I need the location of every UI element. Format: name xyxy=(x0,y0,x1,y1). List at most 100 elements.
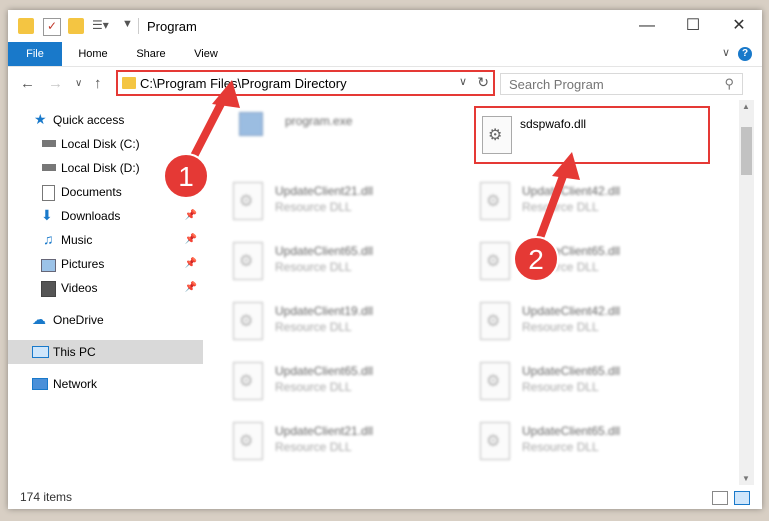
file-item[interactable]: UpdateClient65.dll Resource DLL xyxy=(450,416,680,468)
documents-icon xyxy=(42,185,55,201)
dll-icon xyxy=(233,422,263,460)
scroll-down-icon[interactable]: ▼ xyxy=(742,474,750,483)
sidebar-item-this-pc[interactable]: This PC xyxy=(8,340,203,364)
sidebar-item-downloads[interactable]: ⬇ Downloads 📌 xyxy=(8,204,203,228)
navigation-pane: ★ Quick access Local Disk (C:) Local Dis… xyxy=(8,100,203,485)
pin-icon[interactable]: 📌 xyxy=(185,282,197,293)
file-name: UpdateClient42.dll xyxy=(522,304,621,318)
address-path[interactable]: C:\Program Files\Program Directory xyxy=(140,76,347,91)
file-name: UpdateClient65.dll xyxy=(522,244,621,258)
quick-access-customize-icon[interactable]: ☰▾ xyxy=(92,18,109,34)
file-type: Resource DLL xyxy=(522,380,599,394)
new-folder-icon[interactable] xyxy=(68,18,84,34)
sidebar-item-label: Local Disk (D:) xyxy=(61,161,140,175)
sidebar-item-documents[interactable]: Documents xyxy=(8,180,203,204)
file-item-program-exe[interactable]: program.exe xyxy=(203,106,433,158)
tab-view[interactable]: View xyxy=(188,42,224,66)
properties-icon[interactable] xyxy=(43,18,61,36)
sidebar-item-local-disk-c[interactable]: Local Disk (C:) xyxy=(8,132,203,156)
ribbon: File Home Share View ∨ ? xyxy=(8,42,762,66)
network-icon xyxy=(32,378,48,390)
sidebar-item-network[interactable]: Network xyxy=(8,372,203,396)
chevron-down-icon[interactable]: ∨ xyxy=(459,75,467,88)
file-list: program.exe sdspwafo.dll UpdateClient21.… xyxy=(203,100,739,485)
item-count: 174 items xyxy=(20,490,73,504)
file-name: UpdateClient42.dll xyxy=(522,184,621,198)
file-item[interactable]: UpdateClient65.dll Resource DLL xyxy=(203,356,433,408)
file-item[interactable]: UpdateClient42.dll Resource DLL xyxy=(450,296,680,348)
window-title: Program xyxy=(147,19,197,34)
file-name: program.exe xyxy=(285,114,353,128)
dll-icon xyxy=(233,242,263,280)
vertical-scrollbar[interactable]: ▲ ▼ xyxy=(739,100,754,485)
sidebar-item-local-disk-d[interactable]: Local Disk (D:) xyxy=(8,156,203,180)
sidebar-item-label: Music xyxy=(61,233,93,247)
pin-icon[interactable]: 📌 xyxy=(185,234,197,245)
details-view-icon[interactable] xyxy=(712,491,728,505)
search-icon[interactable]: ⚲ xyxy=(724,76,734,92)
file-item[interactable]: UpdateClient42.dll Resource DLL xyxy=(450,176,680,228)
scroll-up-icon[interactable]: ▲ xyxy=(742,102,750,111)
downloads-icon: ⬇ xyxy=(41,207,53,223)
sidebar-item-label: This PC xyxy=(53,345,96,359)
pin-icon[interactable]: 📌 xyxy=(185,210,197,221)
dropdown-icon[interactable]: ▼ xyxy=(122,18,138,34)
pin-icon[interactable]: 📌 xyxy=(185,186,197,197)
file-item[interactable]: UpdateClient21.dll Resource DLL xyxy=(203,176,433,228)
recent-locations-icon[interactable]: ∨ xyxy=(75,78,82,89)
maximize-button[interactable]: ☐ xyxy=(670,10,716,42)
file-name: sdspwafo.dll xyxy=(520,117,587,131)
file-type: Resource DLL xyxy=(275,380,352,394)
star-icon: ★ xyxy=(34,111,47,127)
navigation-row: ← → ∨ ↑ C:\Program Files\Program Directo… xyxy=(8,66,762,101)
close-button[interactable]: ✕ xyxy=(716,10,762,42)
back-icon[interactable]: ← xyxy=(20,75,35,92)
refresh-icon[interactable]: ↻ xyxy=(477,74,489,91)
file-item[interactable]: UpdateClient65.dll Resource DLL xyxy=(203,236,433,288)
scrollbar-thumb[interactable] xyxy=(741,127,752,175)
pin-icon[interactable]: 📌 xyxy=(185,258,197,269)
large-icons-view-icon[interactable] xyxy=(734,491,750,505)
minimize-button[interactable]: — xyxy=(624,10,670,42)
file-name: UpdateClient65.dll xyxy=(522,364,621,378)
explorer-window: ☰▾ ▼ Program — ☐ ✕ File Home Share View … xyxy=(8,10,762,509)
up-icon[interactable]: ↑ xyxy=(94,75,102,92)
file-type: Resource DLL xyxy=(275,200,352,214)
file-item[interactable]: UpdateClient65.dll Resource DLL xyxy=(450,236,680,288)
file-name: UpdateClient65.dll xyxy=(275,364,374,378)
sidebar-item-pictures[interactable]: Pictures 📌 xyxy=(8,252,203,276)
sidebar-item-quick-access[interactable]: ★ Quick access xyxy=(8,108,203,132)
file-name: UpdateClient21.dll xyxy=(275,184,374,198)
tab-share[interactable]: Share xyxy=(130,42,172,66)
file-type: Resource DLL xyxy=(275,320,352,334)
sidebar-item-onedrive[interactable]: ☁ OneDrive xyxy=(8,308,203,332)
dll-icon xyxy=(480,302,510,340)
sidebar-item-videos[interactable]: Videos 📌 xyxy=(8,276,203,300)
file-type: Resource DLL xyxy=(522,260,599,274)
dll-icon xyxy=(480,182,510,220)
file-item-highlighted[interactable]: sdspwafo.dll xyxy=(474,106,710,164)
status-bar: 174 items xyxy=(8,485,762,509)
sidebar-item-label: Network xyxy=(53,377,98,391)
sidebar-item-label: Documents xyxy=(61,185,122,199)
forward-icon[interactable]: → xyxy=(48,75,63,92)
tab-file[interactable]: File xyxy=(8,42,62,66)
folder-icon[interactable] xyxy=(18,18,34,34)
dll-icon xyxy=(480,362,510,400)
file-item[interactable]: UpdateClient21.dll Resource DLL xyxy=(203,416,433,468)
file-type: Resource DLL xyxy=(522,440,599,454)
address-bar[interactable]: C:\Program Files\Program Directory ∨ ↻ xyxy=(116,70,495,96)
sidebar-item-label: Downloads xyxy=(61,209,121,223)
search-input[interactable] xyxy=(509,77,709,92)
help-icon[interactable]: ? xyxy=(738,47,752,61)
search-box[interactable]: ⚲ xyxy=(500,73,743,95)
dll-icon xyxy=(480,422,510,460)
file-item[interactable]: UpdateClient19.dll Resource DLL xyxy=(203,296,433,348)
tab-home[interactable]: Home xyxy=(72,42,114,66)
drive-icon xyxy=(42,164,56,171)
file-item[interactable]: UpdateClient65.dll Resource DLL xyxy=(450,356,680,408)
music-icon: ♫ xyxy=(43,231,54,247)
expand-ribbon-icon[interactable]: ∨ xyxy=(722,46,730,59)
sidebar-item-music[interactable]: ♫ Music 📌 xyxy=(8,228,203,252)
dll-icon xyxy=(233,182,263,220)
